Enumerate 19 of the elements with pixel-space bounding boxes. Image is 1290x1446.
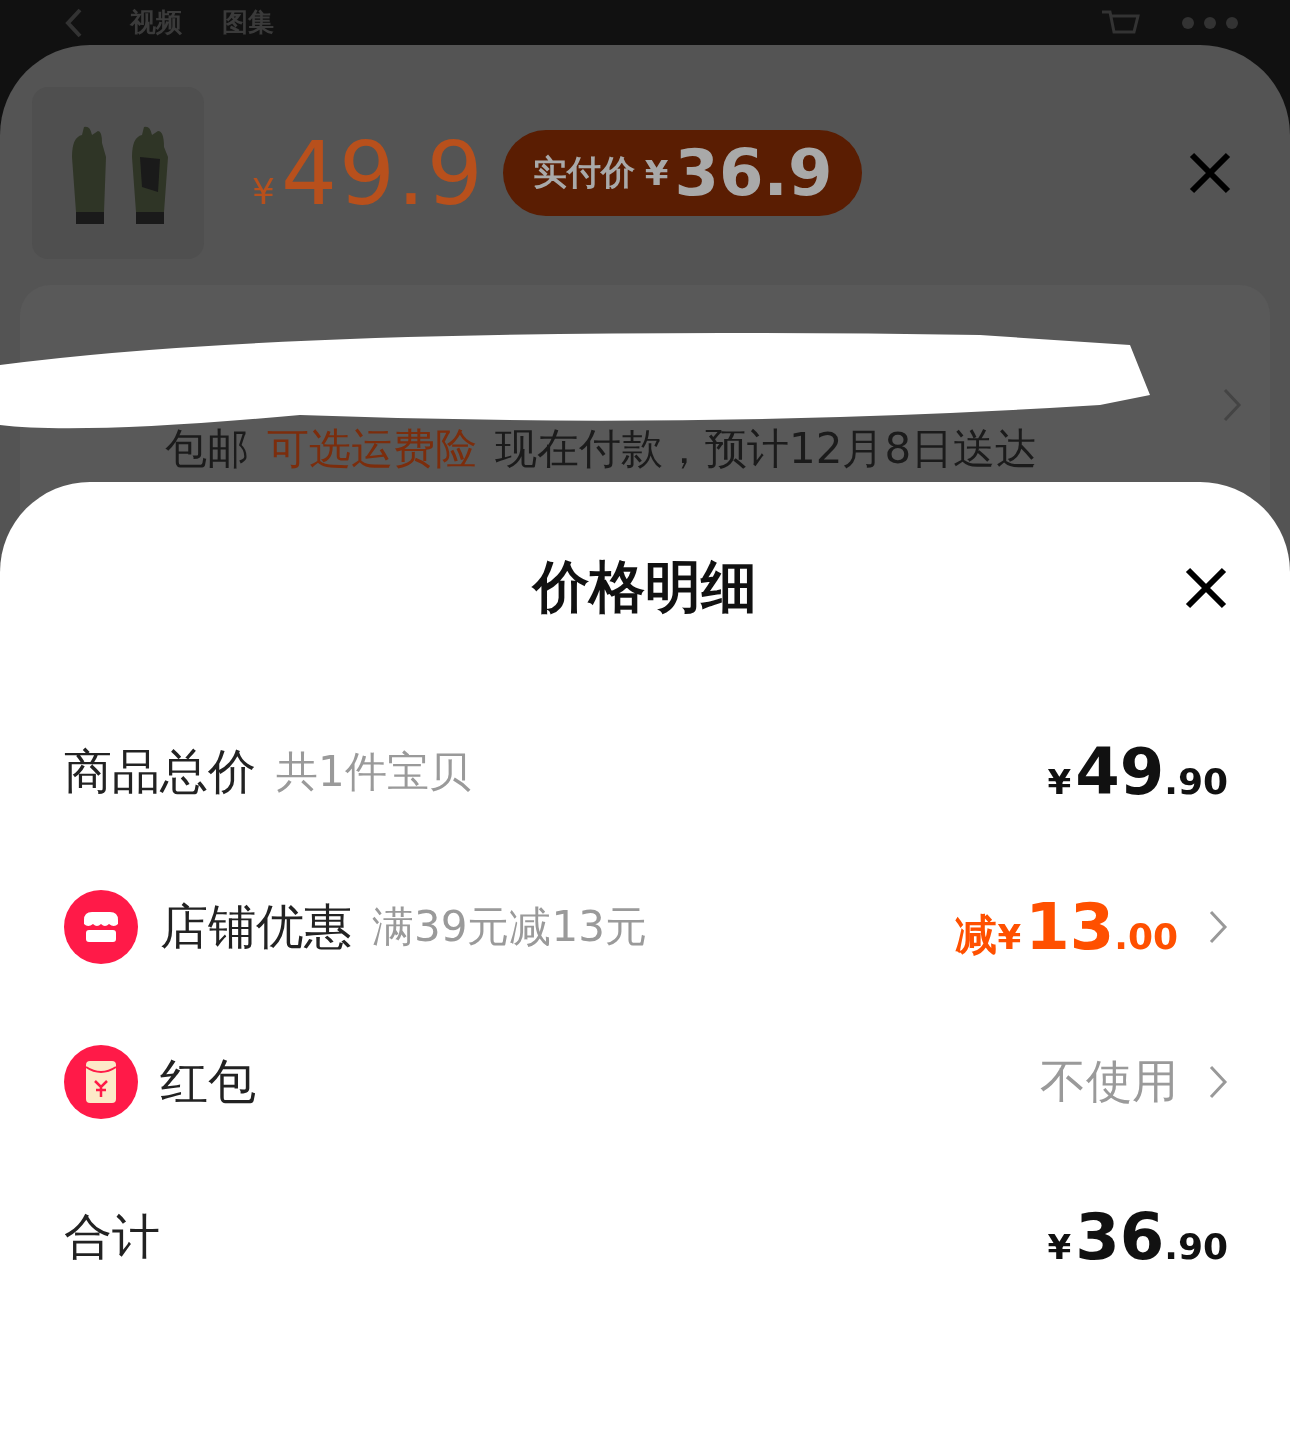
chevron-right-icon[interactable] (1208, 1063, 1228, 1100)
row-label: 店铺优惠 (160, 896, 352, 956)
close-icon[interactable] (1184, 566, 1228, 610)
row-label: 红包 (160, 1051, 256, 1111)
row-label: 合计 (64, 1206, 160, 1266)
amount-value: ¥36.90 (1047, 1199, 1228, 1274)
row-value: 不使用 (1040, 1052, 1178, 1110)
product-price: ¥49.9 (252, 121, 485, 225)
more-icon[interactable] (1180, 15, 1240, 30)
delivery-info: 包邮 可选运费险 现在付款，预计12月8日送达 (165, 423, 1038, 475)
amount-value: 减¥13.00 (955, 889, 1178, 964)
row-note: 共1件宝贝 (276, 745, 471, 798)
chevron-right-icon[interactable] (1208, 908, 1228, 945)
amount-value: ¥49.90 (1047, 734, 1228, 809)
row-note: 满39元减13元 (372, 900, 647, 953)
store-icon (64, 889, 138, 964)
envelope-icon (64, 1044, 138, 1119)
paid-price-badge: 实付价 ¥36.9 (502, 130, 863, 216)
row-label: 商品总价 (64, 741, 256, 801)
